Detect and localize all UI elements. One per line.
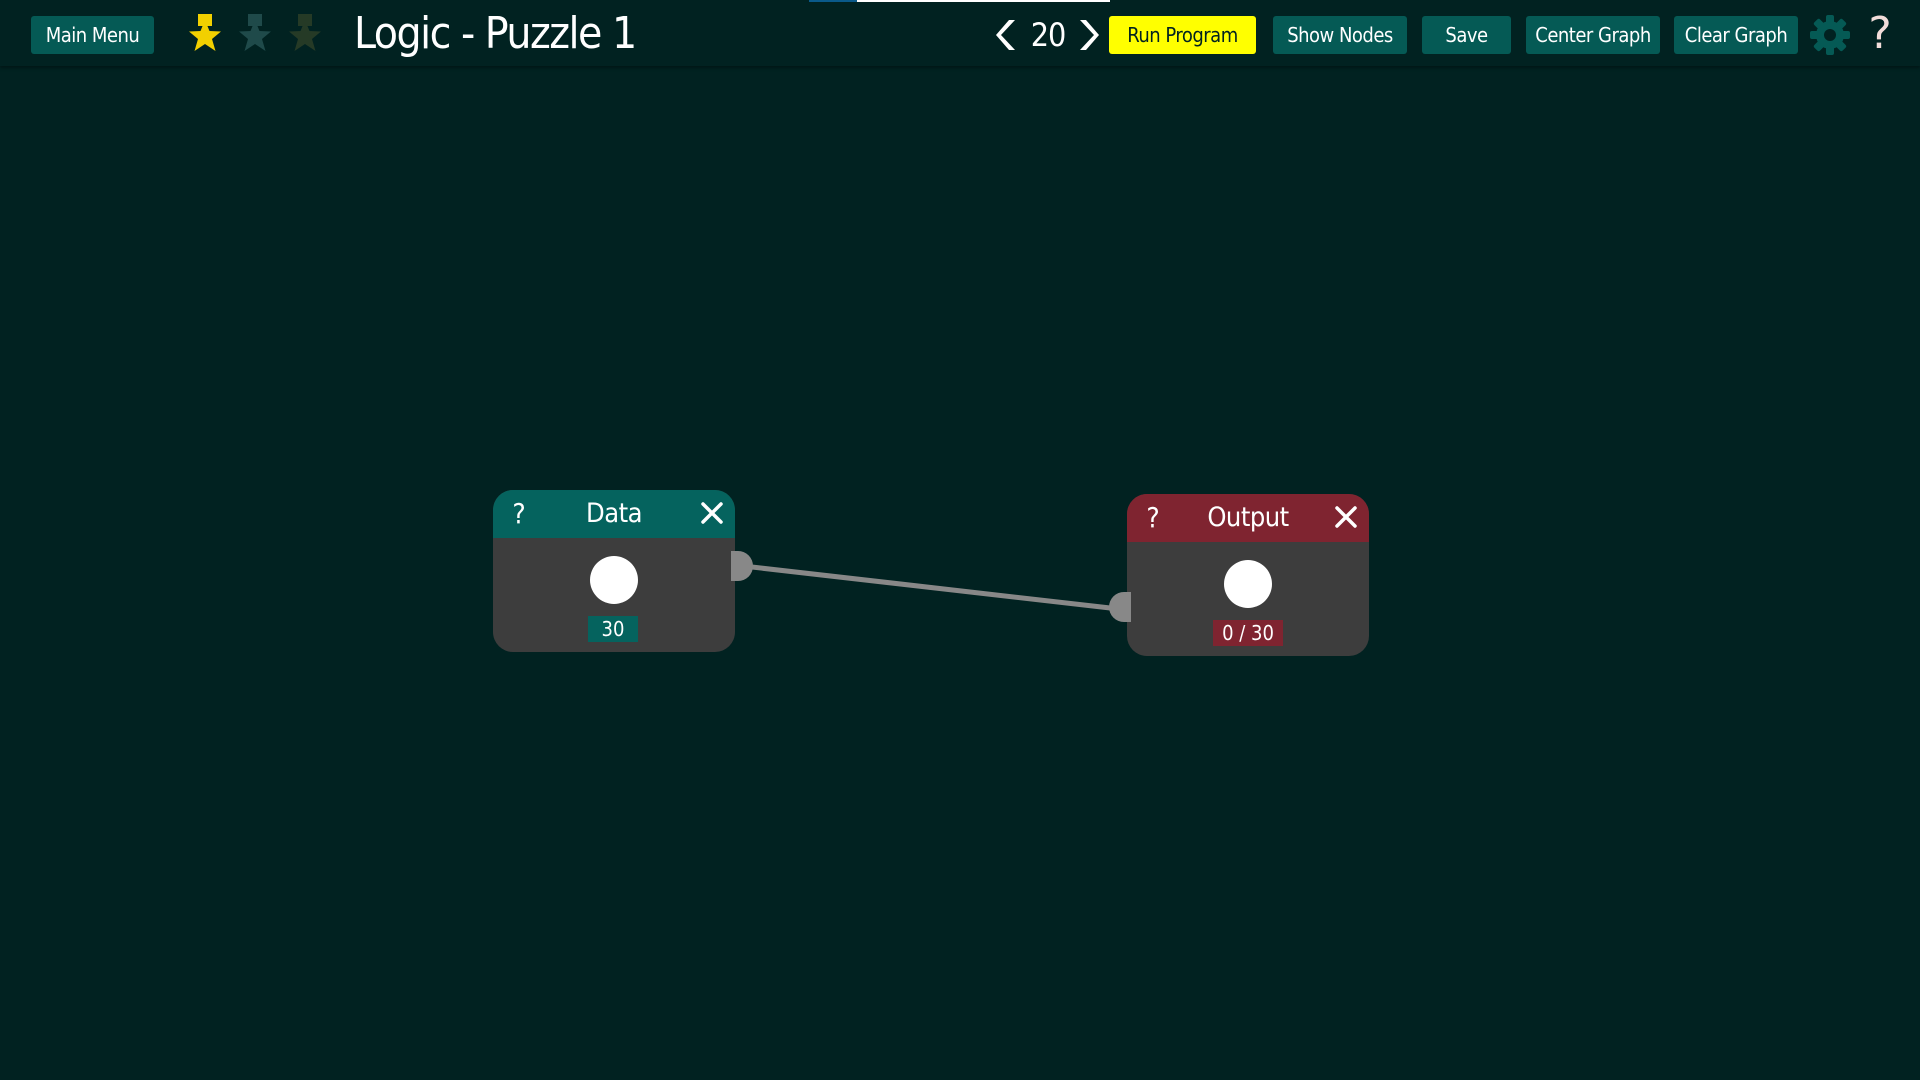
star-icon bbox=[289, 14, 321, 51]
output-node-count: 0 / 30 bbox=[1213, 620, 1283, 646]
center-graph-button[interactable]: Center Graph bbox=[1526, 16, 1660, 54]
connection-wire bbox=[742, 563, 1120, 612]
run-program-button[interactable]: Run Program bbox=[1109, 16, 1256, 54]
close-icon[interactable] bbox=[697, 498, 727, 528]
data-node[interactable]: ? Data 30 bbox=[493, 490, 753, 652]
output-node[interactable]: ? Output 0 / 30 bbox=[1109, 494, 1369, 656]
data-node-help-button[interactable]: ? bbox=[507, 494, 531, 534]
output-node-header[interactable]: ? Output bbox=[1127, 494, 1369, 542]
puzzle-title: Logic - Puzzle 1 bbox=[354, 8, 637, 59]
data-node-title: Data bbox=[586, 498, 643, 529]
data-node-port bbox=[590, 556, 638, 604]
data-node-count: 30 bbox=[588, 616, 638, 642]
run-progress-fill bbox=[809, 0, 858, 2]
data-node-header[interactable]: ? Data bbox=[493, 490, 735, 538]
chevron-right-icon[interactable] bbox=[1074, 18, 1100, 52]
main-menu-button[interactable]: Main Menu bbox=[31, 16, 154, 54]
gear-icon[interactable] bbox=[1809, 14, 1851, 56]
top-toolbar: Main Menu Logic - Puzzle 1 20 Run Progra… bbox=[0, 0, 1920, 66]
save-button[interactable]: Save bbox=[1422, 16, 1511, 54]
output-node-help-button[interactable]: ? bbox=[1141, 498, 1165, 538]
chevron-left-icon[interactable] bbox=[995, 18, 1021, 52]
output-node-title: Output bbox=[1207, 502, 1289, 533]
graph-canvas[interactable]: ? Data 30 ? Output 0 / 30 bbox=[0, 66, 1920, 1080]
output-node-port bbox=[1224, 560, 1272, 608]
close-icon[interactable] bbox=[1331, 502, 1361, 532]
star-icon bbox=[189, 14, 221, 51]
help-icon[interactable]: ? bbox=[1864, 10, 1896, 58]
run-progress-bar bbox=[809, 0, 1110, 2]
clear-graph-button[interactable]: Clear Graph bbox=[1674, 16, 1798, 54]
star-icon bbox=[239, 14, 271, 51]
output-input-socket[interactable] bbox=[1109, 592, 1131, 622]
show-nodes-button[interactable]: Show Nodes bbox=[1273, 16, 1407, 54]
speed-value: 20 bbox=[1030, 16, 1067, 54]
